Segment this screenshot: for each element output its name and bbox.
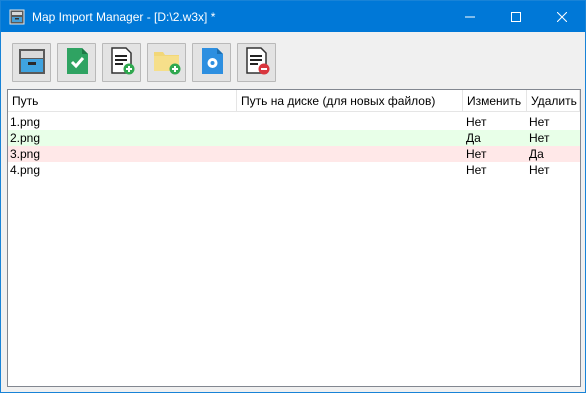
table-row[interactable]: 4.png Нет Нет <box>8 162 580 178</box>
document-check-icon <box>62 46 92 79</box>
column-header-delete[interactable]: Удалить <box>527 90 580 112</box>
row-modify: Нет <box>466 163 487 177</box>
row-path: 3.png <box>10 147 41 161</box>
table-row[interactable]: 2.png Да Нет <box>8 130 580 146</box>
row-path: 4.png <box>10 163 41 177</box>
close-button[interactable] <box>539 1 585 32</box>
row-path: 2.png <box>10 131 41 145</box>
apply-button[interactable] <box>57 43 96 82</box>
app-icon <box>9 9 25 25</box>
column-header-disk-path[interactable]: Путь на диске (для новых файлов) <box>237 90 463 112</box>
row-disk-path <box>237 130 239 146</box>
document-add-icon <box>107 46 137 79</box>
row-modify: Нет <box>466 115 487 129</box>
main-window: Map Import Manager - [D:\2.w3x] * Путь П… <box>0 0 586 393</box>
remove-file-button[interactable] <box>237 43 276 82</box>
maximize-button[interactable] <box>493 1 539 32</box>
table-row[interactable]: 3.png Нет Да <box>8 146 580 162</box>
row-delete: Нет <box>529 131 550 145</box>
window-title: Map Import Manager - [D:\2.w3x] * <box>32 9 216 24</box>
title-bar[interactable]: Map Import Manager - [D:\2.w3x] * <box>1 1 585 32</box>
row-delete: Нет <box>529 115 550 129</box>
row-modify: Нет <box>466 147 487 161</box>
row-disk-path <box>237 114 239 130</box>
document-settings-icon <box>197 46 227 79</box>
file-settings-button[interactable] <box>192 43 231 82</box>
files-list[interactable]: Путь Путь на диске (для новых файлов) Из… <box>7 89 581 387</box>
row-disk-path <box>237 146 239 162</box>
row-path: 1.png <box>10 115 41 129</box>
toolbar <box>1 32 585 86</box>
minimize-button[interactable] <box>447 1 493 32</box>
row-disk-path <box>237 162 239 178</box>
open-archive-button[interactable] <box>12 43 51 82</box>
folder-add-icon <box>152 46 182 79</box>
row-modify: Да <box>466 131 481 145</box>
archive-drawer-icon <box>17 46 47 79</box>
list-header: Путь Путь на диске (для новых файлов) Из… <box>8 90 580 112</box>
add-file-button[interactable] <box>102 43 141 82</box>
table-row[interactable]: 1.png Нет Нет <box>8 114 580 130</box>
row-delete: Нет <box>529 163 550 177</box>
add-folder-button[interactable] <box>147 43 186 82</box>
column-header-path[interactable]: Путь <box>8 90 237 112</box>
document-remove-icon <box>242 46 272 79</box>
window-controls <box>447 1 585 32</box>
list-rows: 1.png Нет Нет 2.png Да Нет 3.png Нет Да … <box>8 114 580 178</box>
column-header-modify[interactable]: Изменить <box>463 90 527 112</box>
row-delete: Да <box>529 147 544 161</box>
